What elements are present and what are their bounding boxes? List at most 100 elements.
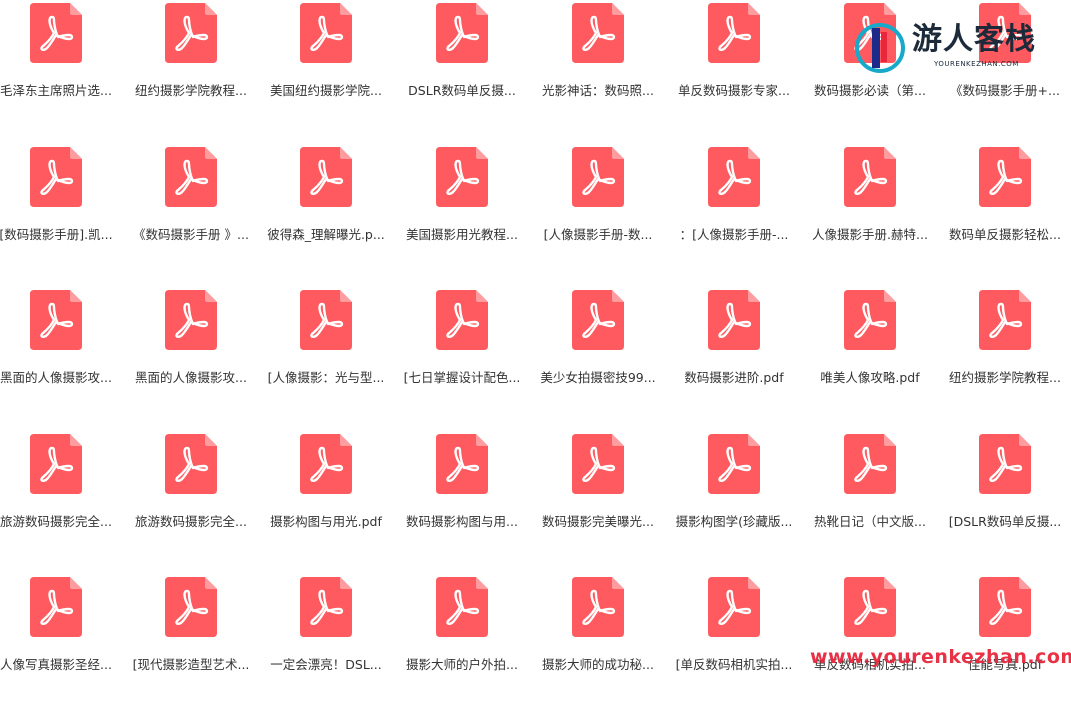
file-item[interactable]: 数码摄影构图与用...	[394, 432, 530, 572]
file-item[interactable]: 单反数码相机实拍...	[802, 575, 938, 715]
file-name: 美国纽约摄影学院...	[270, 83, 382, 98]
file-item[interactable]: 美国纽约摄影学院...	[258, 1, 394, 141]
file-item[interactable]: 毛泽东主席照片选...	[0, 1, 124, 141]
pdf-file-icon	[572, 3, 624, 63]
logo-name-cn: 游人客栈	[912, 22, 1036, 57]
pdf-file-icon	[30, 434, 82, 494]
file-name: 摄影构图与用光.pdf	[270, 514, 382, 529]
pdf-file-icon	[436, 577, 488, 637]
file-name: 《数码摄影手册+...	[950, 83, 1060, 98]
file-item[interactable]: 《数码摄影手册 》...	[123, 145, 259, 285]
pdf-file-icon	[979, 147, 1031, 207]
pdf-file-icon	[436, 434, 488, 494]
file-name: 黑面的人像摄影攻...	[135, 370, 247, 385]
file-item[interactable]: 一定会漂亮！DSL...	[258, 575, 394, 715]
pdf-file-icon	[708, 434, 760, 494]
pdf-file-icon	[572, 147, 624, 207]
file-item[interactable]: 美少女拍摄密技99...	[530, 288, 666, 428]
file-name: 美国摄影用光教程...	[406, 227, 518, 242]
pdf-file-icon	[844, 290, 896, 350]
file-item[interactable]: 唯美人像攻略.pdf	[802, 288, 938, 428]
file-name: 人像写真摄影圣经...	[0, 657, 112, 672]
file-item[interactable]: 纽约摄影学院教程...	[937, 288, 1071, 428]
file-item[interactable]: 热靴日记（中文版...	[802, 432, 938, 572]
pdf-file-icon	[708, 290, 760, 350]
file-item[interactable]: 纽约摄影学院教程...	[123, 1, 259, 141]
file-item[interactable]: 数码摄影完美曝光...	[530, 432, 666, 572]
file-name: [现代摄影造型艺术...	[132, 657, 250, 672]
file-name: 毛泽东主席照片选...	[0, 83, 112, 98]
file-item[interactable]: [人像摄影：光与型...	[258, 288, 394, 428]
file-item[interactable]: 数码单反摄影轻松...	[937, 145, 1071, 285]
file-name: 摄影构图学(珍藏版...	[675, 514, 793, 529]
file-name: 单反数码摄影专家...	[678, 83, 790, 98]
pdf-file-icon	[708, 577, 760, 637]
pdf-file-icon	[979, 290, 1031, 350]
file-item[interactable]: 人像摄影手册.赫特...	[802, 145, 938, 285]
logo-mark-icon	[855, 23, 905, 73]
file-name: 美少女拍摄密技99...	[540, 370, 656, 385]
pdf-file-icon	[844, 434, 896, 494]
pdf-file-icon	[165, 147, 217, 207]
pdf-file-icon	[572, 290, 624, 350]
file-name: 纽约摄影学院教程...	[135, 83, 247, 98]
file-item[interactable]: 数码摄影进阶.pdf	[666, 288, 802, 428]
file-item[interactable]: 摄影构图与用光.pdf	[258, 432, 394, 572]
file-name: 黑面的人像摄影攻...	[0, 370, 112, 385]
logo-name-en: YOURENKEZHAN.COM	[934, 60, 1019, 68]
file-name: 数码单反摄影轻松...	[949, 227, 1061, 242]
file-name: [单反数码相机实拍...	[675, 657, 793, 672]
file-item[interactable]: 彼得森_理解曝光.p...	[258, 145, 394, 285]
file-name: 彼得森_理解曝光.p...	[267, 227, 385, 242]
file-name: DSLR数码单反摄...	[408, 83, 516, 98]
file-item[interactable]: DSLR数码单反摄...	[394, 1, 530, 141]
file-name: 热靴日记（中文版...	[814, 514, 926, 529]
file-name: 光影神话：数码照...	[542, 83, 654, 98]
file-item[interactable]: 单反数码摄影专家...	[666, 1, 802, 141]
pdf-file-icon	[300, 577, 352, 637]
file-name: 数码摄影构图与用...	[406, 514, 518, 529]
file-item[interactable]: 美国摄影用光教程...	[394, 145, 530, 285]
file-item[interactable]: [七日掌握设计配色...	[394, 288, 530, 428]
pdf-file-icon	[300, 434, 352, 494]
pdf-file-icon	[165, 577, 217, 637]
file-item[interactable]: [现代摄影造型艺术...	[123, 575, 259, 715]
file-name: 旅游数码摄影完全...	[135, 514, 247, 529]
file-name: 摄影大师的成功秘...	[542, 657, 654, 672]
file-item[interactable]: ：[人像摄影手册-...	[666, 145, 802, 285]
file-item[interactable]: 摄影构图学(珍藏版...	[666, 432, 802, 572]
pdf-file-icon	[30, 147, 82, 207]
pdf-file-icon	[979, 577, 1031, 637]
file-name: 摄影大师的户外拍...	[406, 657, 518, 672]
pdf-file-icon	[30, 3, 82, 63]
file-name: ：[人像摄影手册-...	[679, 227, 789, 242]
pdf-file-icon	[165, 3, 217, 63]
file-item[interactable]: [数码摄影手册].凯...	[0, 145, 124, 285]
file-name: 旅游数码摄影完全...	[0, 514, 112, 529]
pdf-file-icon	[572, 577, 624, 637]
file-name: [数码摄影手册].凯...	[0, 227, 113, 242]
file-name: 数码摄影进阶.pdf	[684, 370, 784, 385]
file-item[interactable]: [单反数码相机实拍...	[666, 575, 802, 715]
file-grid: 毛泽东主席照片选... 纽约摄影学院教程... 美国纽约摄影学院... DSLR数码单…	[0, 0, 1071, 676]
file-item[interactable]: 旅游数码摄影完全...	[123, 432, 259, 572]
pdf-file-icon	[30, 577, 82, 637]
pdf-file-icon	[436, 3, 488, 63]
pdf-file-icon	[708, 3, 760, 63]
file-item[interactable]: 黑面的人像摄影攻...	[0, 288, 124, 428]
file-name: 唯美人像攻略.pdf	[820, 370, 920, 385]
file-item[interactable]: [人像摄影手册-数...	[530, 145, 666, 285]
file-name: 《数码摄影手册 》...	[133, 227, 249, 242]
file-item[interactable]: 光影神话：数码照...	[530, 1, 666, 141]
file-item[interactable]: 旅游数码摄影完全...	[0, 432, 124, 572]
file-item[interactable]: [DSLR数码单反摄...	[937, 432, 1071, 572]
file-item[interactable]: 摄影大师的成功秘...	[530, 575, 666, 715]
file-item[interactable]: 佳能写真.pdf	[937, 575, 1071, 715]
pdf-file-icon	[844, 577, 896, 637]
pdf-file-icon	[572, 434, 624, 494]
file-item[interactable]: 摄影大师的户外拍...	[394, 575, 530, 715]
file-item[interactable]: 黑面的人像摄影攻...	[123, 288, 259, 428]
file-name: [人像摄影：光与型...	[267, 370, 385, 385]
file-item[interactable]: 人像写真摄影圣经...	[0, 575, 124, 715]
pdf-file-icon	[30, 290, 82, 350]
